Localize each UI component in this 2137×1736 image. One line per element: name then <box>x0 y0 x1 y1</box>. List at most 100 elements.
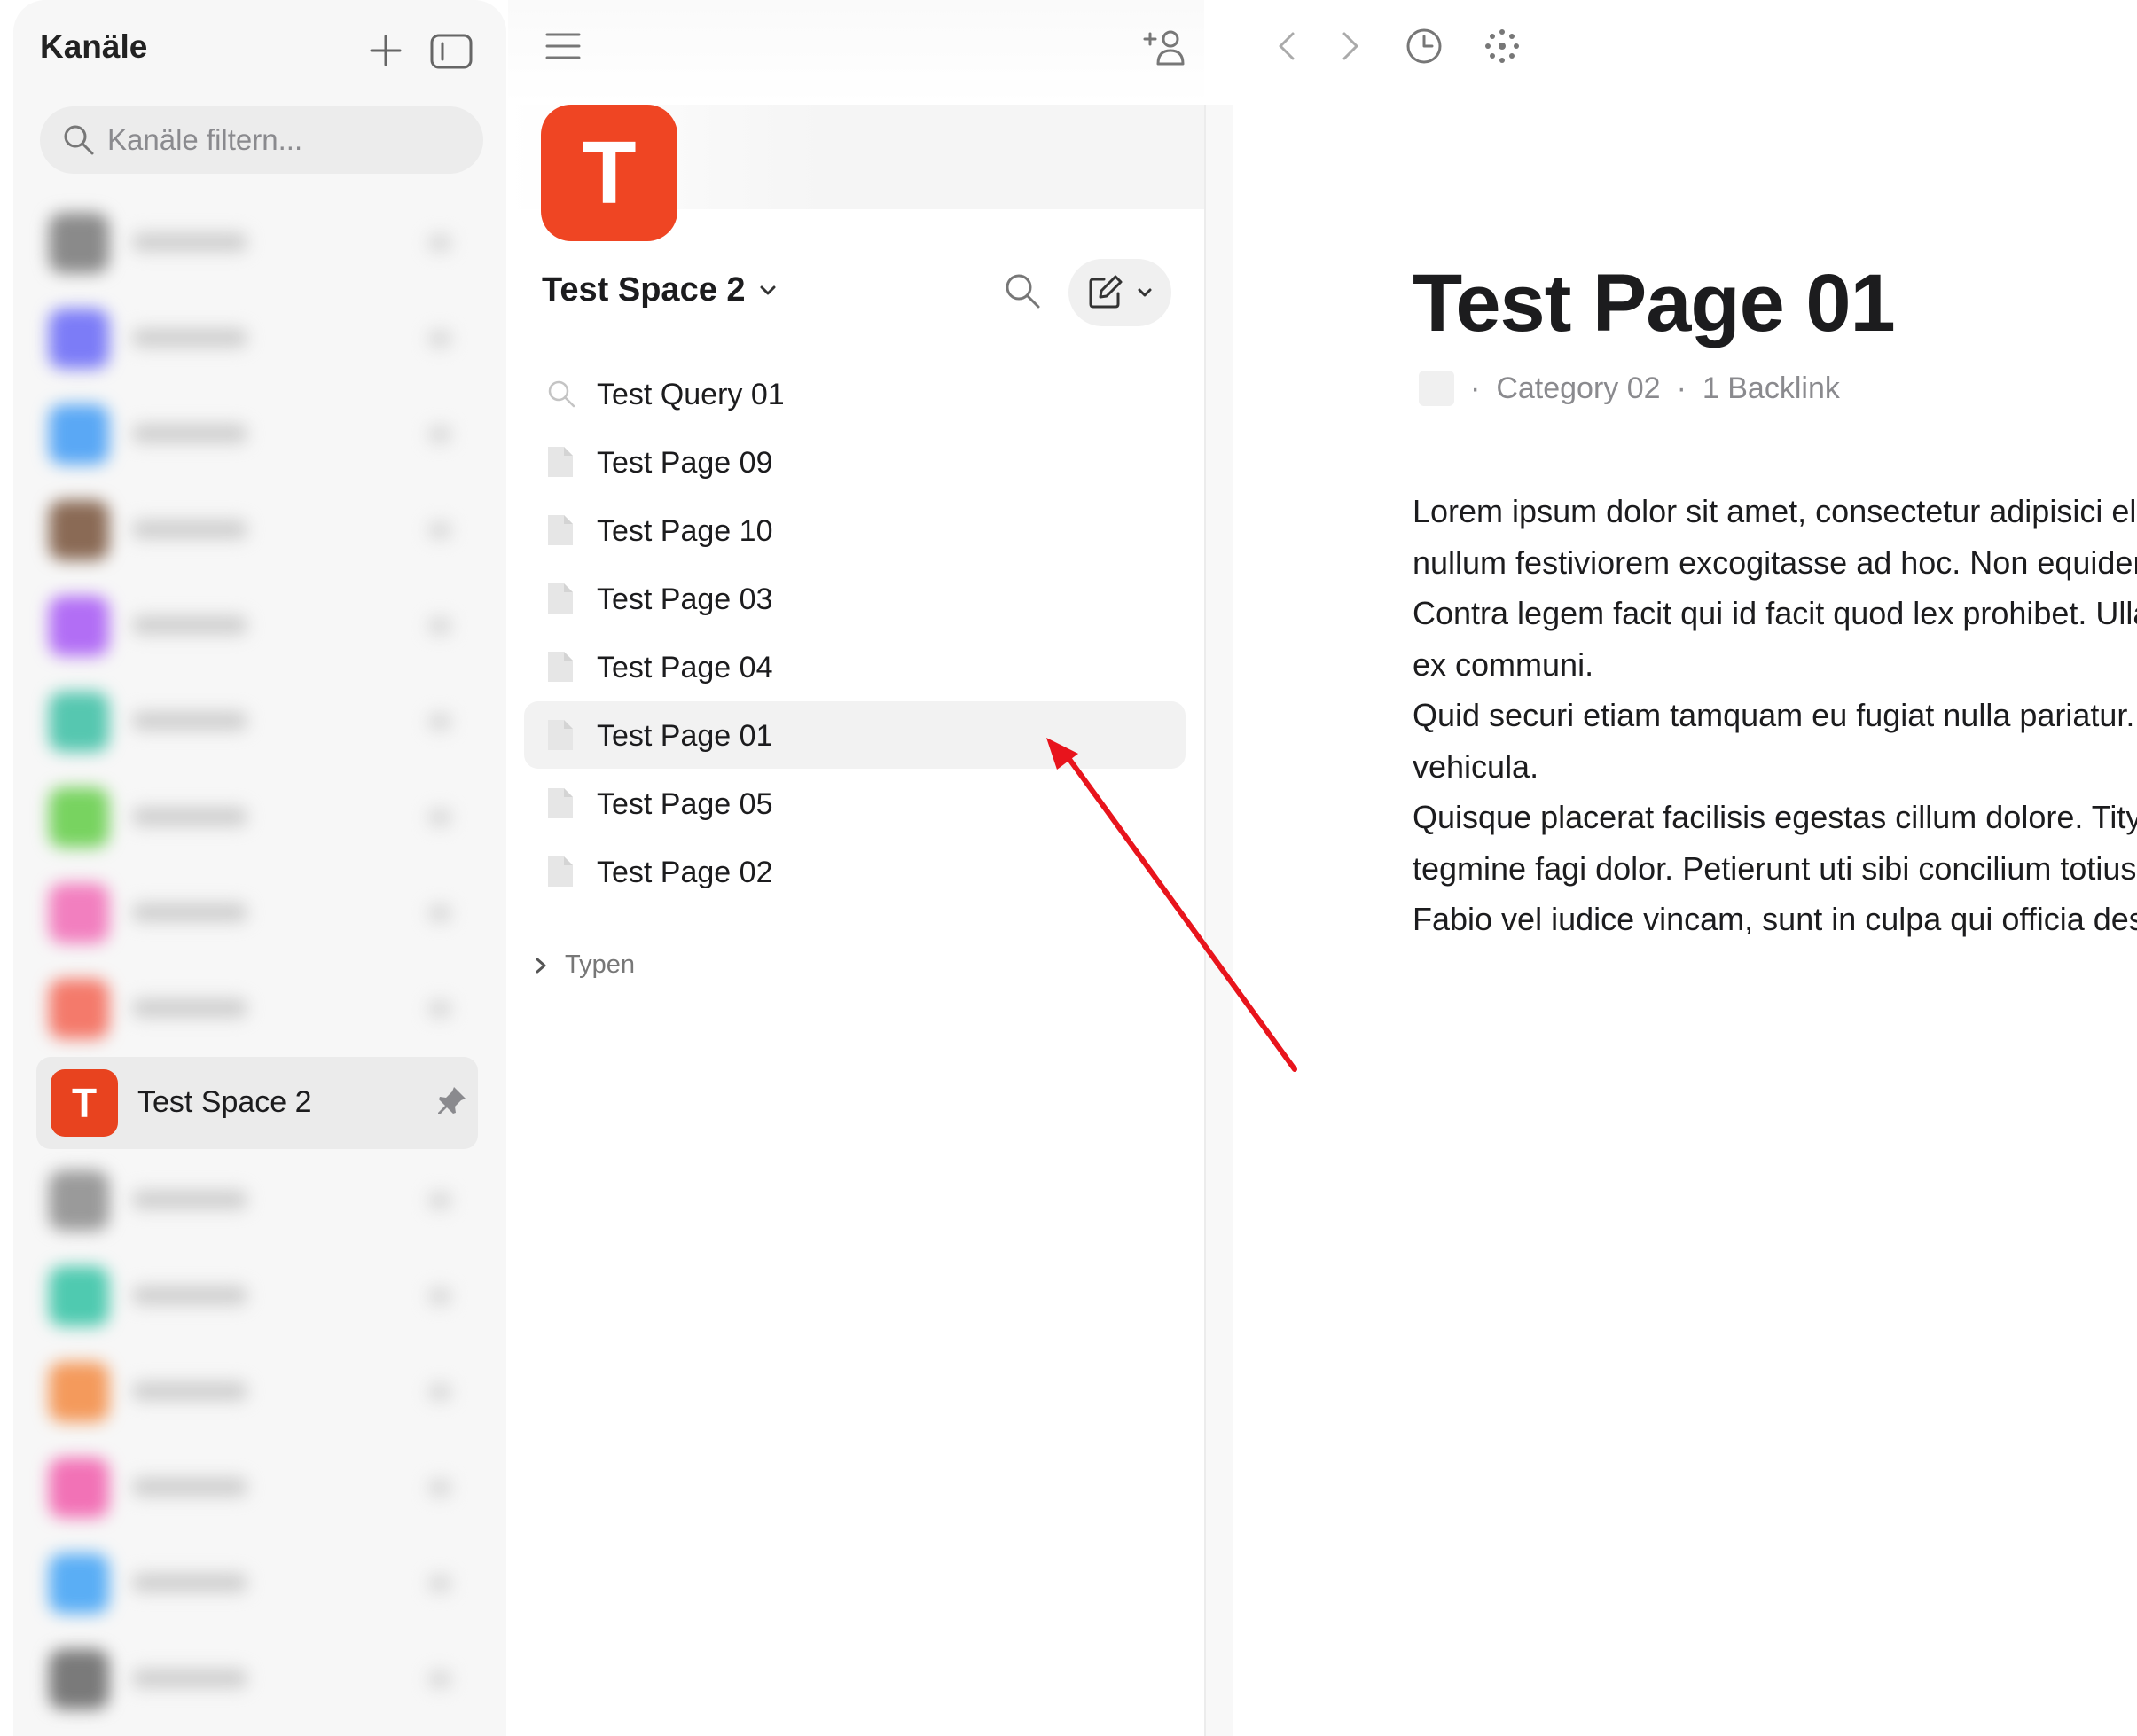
meta-separator: · <box>1470 371 1481 405</box>
channel-name-blurred <box>132 1669 247 1688</box>
channel-item-blurred[interactable] <box>24 291 485 387</box>
backlinks-count[interactable]: 1 Backlink <box>1703 371 1840 406</box>
channel-name: Test Space 2 <box>137 1085 312 1119</box>
menu-button[interactable] <box>544 27 583 70</box>
channel-item-blurred[interactable] <box>24 865 485 961</box>
page-title[interactable]: Test Page 01 <box>1413 257 1896 350</box>
channel-count-blurred <box>428 713 451 731</box>
object-list-item[interactable]: Test Page 10 <box>524 497 1186 564</box>
object-list-item-label: Test Page 09 <box>597 446 773 480</box>
page-icon <box>545 512 575 552</box>
channel-item-test-space-2[interactable]: T Test Space 2 <box>36 1057 478 1149</box>
channel-item-blurred[interactable] <box>24 387 485 482</box>
object-list-item-label: Test Page 05 <box>597 787 773 821</box>
channel-count-blurred <box>428 1575 451 1592</box>
object-list-item-label: Test Page 10 <box>597 514 773 548</box>
channel-avatar <box>49 883 109 943</box>
types-section-toggle[interactable]: Typen <box>533 950 635 980</box>
channel-name-blurred <box>132 903 247 922</box>
channel-filter-field[interactable] <box>40 106 483 174</box>
category-tag[interactable]: Category 02 <box>1496 371 1660 406</box>
channel-item-blurred[interactable] <box>24 961 485 1057</box>
channel-count-blurred <box>428 426 451 443</box>
channel-list: T Test Space 2 <box>24 195 485 1727</box>
add-channel-button[interactable] <box>355 20 417 82</box>
channel-name-blurred <box>132 998 247 1018</box>
channel-item-blurred[interactable] <box>24 1248 485 1344</box>
channel-avatar <box>49 1170 109 1231</box>
channel-item-blurred[interactable] <box>24 1153 485 1248</box>
body-line: ex communi. <box>1413 645 1594 683</box>
object-list-item[interactable]: Test Query 01 <box>524 360 1186 427</box>
forward-button[interactable] <box>1330 27 1369 70</box>
channel-count-blurred <box>428 1383 451 1401</box>
invite-member-button[interactable] <box>1142 27 1188 74</box>
channel-count-blurred <box>428 1000 451 1018</box>
body-line: Contra legem facit qui id facit quod lex… <box>1413 595 2137 631</box>
space-toolbar <box>508 0 1204 105</box>
channel-count-blurred <box>428 1479 451 1497</box>
object-list-item[interactable]: Test Page 02 <box>524 838 1186 905</box>
object-list-item[interactable]: Test Page 03 <box>524 565 1186 632</box>
channel-avatar <box>49 1649 109 1709</box>
object-list-item[interactable]: Test Page 05 <box>524 770 1186 837</box>
page-icon <box>545 581 575 621</box>
graph-button[interactable] <box>1483 27 1522 70</box>
channel-count-blurred <box>428 1287 451 1305</box>
panel-divider[interactable] <box>1204 105 1233 1736</box>
channel-avatar <box>49 979 109 1039</box>
channel-count-blurred <box>428 1192 451 1209</box>
toggle-sidebar-button[interactable] <box>427 27 476 76</box>
channel-item-blurred[interactable] <box>24 1344 485 1440</box>
channel-avatar <box>49 1266 109 1326</box>
page-icon <box>545 649 575 689</box>
add-person-icon <box>1143 30 1185 66</box>
page-icon <box>545 854 575 894</box>
object-list-item-label: Test Query 01 <box>597 378 785 411</box>
back-button[interactable] <box>1268 27 1307 70</box>
channel-item-blurred[interactable] <box>24 1536 485 1631</box>
channel-item-blurred[interactable] <box>24 195 485 291</box>
body-line: Quisque placerat facilisis egestas cillu… <box>1413 799 2137 835</box>
search-icon <box>52 122 106 158</box>
space-search-button[interactable] <box>1001 270 1044 317</box>
object-list-item[interactable]: Test Page 09 <box>524 428 1186 496</box>
channel-item-blurred[interactable] <box>24 770 485 865</box>
object-list-item-label: Test Page 03 <box>597 583 773 616</box>
sidebar-title: Kanäle <box>40 28 148 65</box>
channel-avatar <box>49 1362 109 1422</box>
channel-item-blurred[interactable] <box>24 482 485 578</box>
create-object-button[interactable] <box>1068 259 1171 326</box>
page-body[interactable]: Lorem ipsum dolor sit amet, consectetur … <box>1413 486 2137 945</box>
channel-item-blurred[interactable] <box>24 578 485 674</box>
channel-count-blurred <box>428 330 451 348</box>
channel-name-blurred <box>132 615 247 635</box>
page-icon-placeholder[interactable] <box>1419 371 1454 406</box>
body-line: Fabio vel iudice vincam, sunt in culpa q… <box>1413 901 2137 937</box>
body-line: Lorem ipsum dolor sit amet, consectetur … <box>1413 493 2137 529</box>
channel-count-blurred <box>428 1670 451 1688</box>
channel-avatar <box>49 1553 109 1614</box>
object-list-item[interactable]: Test Page 01 <box>524 701 1186 769</box>
channel-item-blurred[interactable] <box>24 674 485 770</box>
space-switcher[interactable]: Test Space 2 <box>542 271 778 309</box>
plus-icon <box>370 35 402 66</box>
pin-icon[interactable] <box>434 1083 469 1123</box>
space-panel: T Test Space 2 Test Query 01 Test Page 09… <box>508 0 1204 1736</box>
sidebar-toggle-icon <box>430 34 473 69</box>
channel-name-blurred <box>132 1477 247 1497</box>
space-icon[interactable]: T <box>541 105 677 241</box>
channel-avatar: T <box>51 1069 118 1137</box>
object-list-item-label: Test Page 02 <box>597 856 773 889</box>
channel-name-blurred <box>132 1286 247 1305</box>
body-line: nullum festiviorem excogitasse ad hoc. N… <box>1413 543 2137 581</box>
object-list-item-label: Test Page 04 <box>597 651 773 684</box>
channel-item-blurred[interactable] <box>24 1440 485 1536</box>
object-list-item-label: Test Page 01 <box>597 719 773 753</box>
channel-name-blurred <box>132 1190 247 1209</box>
channel-filter-input[interactable] <box>106 122 464 158</box>
object-list-item[interactable]: Test Page 04 <box>524 633 1186 700</box>
history-button[interactable] <box>1405 27 1444 70</box>
chevron-right-icon <box>536 958 546 973</box>
channel-item-blurred[interactable] <box>24 1631 485 1727</box>
